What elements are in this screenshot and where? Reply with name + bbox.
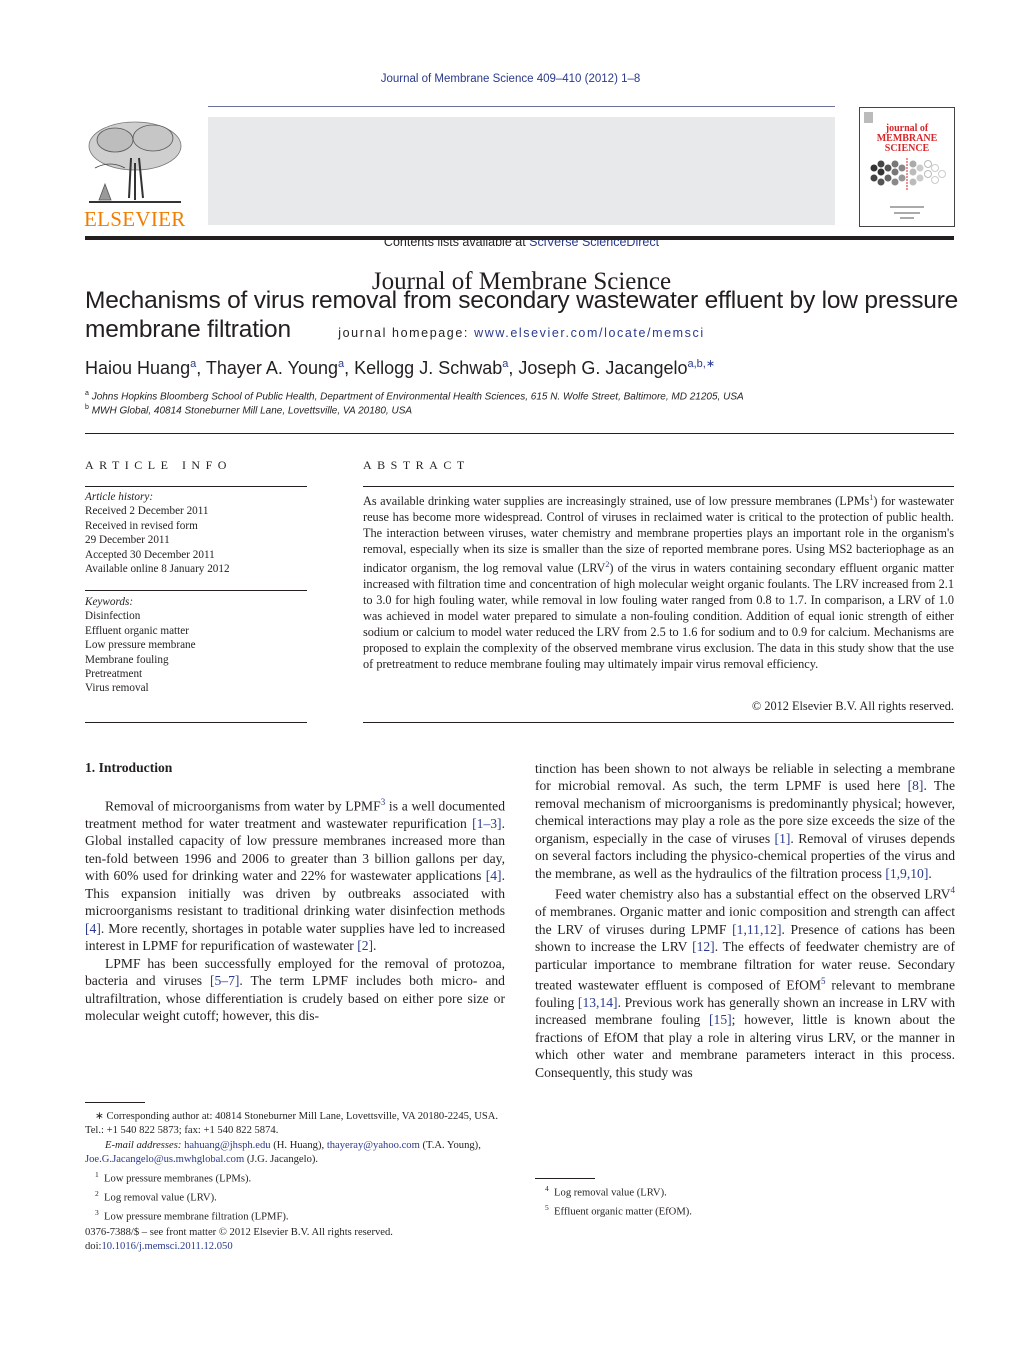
abstract-label: ABSTRACT [363,458,470,472]
body-column-right: tinction has been shown to not always be… [535,760,955,1081]
email-link[interactable]: thayeray@yahoo.com [327,1140,420,1151]
paragraph: Feed water chemistry also has a substant… [535,885,956,1080]
footnotes-right: 4 Log removal value (LRV). 5 Effluent or… [535,1182,955,1220]
affiliation-key: a [85,390,89,397]
author-list: Haiou Huanga, Thayer A. Younga, Kellogg … [85,358,716,378]
footnote: 2 Log removal value (LRV). [95,1188,217,1204]
corresponding-author-note: ∗ Corresponding author at: 40814 Stonebu… [85,1111,499,1137]
abstract-segment: ) of the virus in waters containing seco… [363,561,954,672]
affiliation-b: b MWH Global, 40814 Stoneburner Mill Lan… [85,404,412,416]
footnote-ref[interactable]: 4 [951,885,956,895]
citation-link[interactable]: [13,14] [578,995,618,1010]
divider [85,590,307,591]
keyword: Effluent organic matter [85,624,189,637]
page-footer: 0376-7388/$ – see front matter © 2012 El… [85,1226,393,1255]
affiliation-a: a Johns Hopkins Bloomberg School of Publ… [85,390,744,402]
divider [363,486,954,487]
article-history: Article history: Received 2 December 201… [85,490,307,576]
author-name[interactable]: Joseph G. Jacangelo [518,358,687,378]
citation-link[interactable]: [5–7] [210,973,239,988]
history-item: Received 2 December 2011 [85,505,209,518]
abstract-segment: As available drinking water supplies are… [363,494,870,509]
abstract-copyright: © 2012 Elsevier B.V. All rights reserved… [751,699,954,713]
keyword: Pretreatment [85,668,143,681]
citation-link[interactable]: [1,11,12] [732,922,781,937]
cover-footer-line [900,217,914,219]
footnote: 3 Low pressure membrane filtration (LPMF… [95,1207,289,1223]
journal-banner: Contents lists available at SciVerse Sci… [208,117,835,340]
abstract-text: As available drinking water supplies are… [363,490,954,672]
footnote: 5 Effluent organic matter (EfOM). [545,1202,692,1218]
footnote-rule [85,1102,145,1103]
divider [85,486,307,487]
affiliation-text: Johns Hopkins Bloomberg School of Public… [91,391,744,403]
paragraph: tinction has been shown to not always be… [535,761,955,881]
author-name[interactable]: Kellogg J. Schwab [354,358,502,378]
keyword: Low pressure membrane [85,639,196,652]
citation-link[interactable]: [1–3] [472,816,501,831]
journal-cover-thumbnail[interactable]: journal of MEMBRANE SCIENCE [859,107,955,227]
footnote: 4 Log removal value (LRV). [545,1184,667,1199]
history-item: Accepted 30 December 2011 [85,548,215,561]
keyword: Virus removal [85,682,149,695]
affiliation-marker[interactable]: a [502,358,508,370]
article-title: Mechanisms of virus removal from seconda… [85,287,959,343]
doi-line: doi:10.1016/j.memsci.2011.12.050 [85,1241,233,1253]
keywords: Keywords: Disinfection Effluent organic … [85,595,307,696]
keyword: Disinfection [85,610,141,623]
header-rule [208,106,835,107]
email-addresses: E-mail addresses: hahuang@jhsph.edu (H. … [85,1139,481,1166]
footnote-rule [535,1178,595,1179]
citation-link[interactable]: [1] [775,831,791,846]
history-item: Available online 8 January 2012 [85,563,230,576]
issn-line: 0376-7388/$ – see front matter © 2012 El… [85,1227,393,1238]
citation-link[interactable]: [2] [357,938,373,953]
elsevier-wordmark: ELSEVIER [84,207,186,231]
affiliation-marker[interactable]: a [338,358,344,370]
cover-title-line3: SCIENCE [884,143,930,154]
divider [363,722,954,723]
footnotes-left: ∗ Corresponding author at: 40814 Stonebu… [85,1110,505,1224]
email-link[interactable]: hahuang@jhsph.edu [184,1140,271,1151]
cover-footer-line [894,212,920,214]
affiliation-key: b [85,404,89,411]
keyword: Membrane fouling [85,653,169,666]
affiliation-marker[interactable]: a,b,∗ [688,358,716,370]
footnote: 1 Low pressure membranes (LPMs). [95,1169,252,1185]
section-heading-introduction: 1. Introduction [85,760,173,775]
email-link[interactable]: Joe.G.Jacangelo@us.mwhglobal.com [85,1154,244,1165]
divider [85,433,954,434]
citation-link[interactable]: [4] [486,868,502,883]
cover-footer-line [890,206,924,208]
doi-link[interactable]: 10.1016/j.memsci.2011.12.050 [101,1241,232,1252]
citation-link[interactable]: [12] [692,939,715,954]
author-name[interactable]: Thayer A. Young [206,358,338,378]
keywords-heading: Keywords: [85,596,134,608]
header-thick-rule [85,236,954,240]
citation-link[interactable]: [15] [709,1012,732,1027]
citation-link[interactable]: [8] [908,778,924,793]
tree-icon [88,121,182,203]
citation-link[interactable]: [1,9,10] [885,866,928,881]
paragraph: LPMF has been successfully employed for … [85,955,505,1023]
article-info-label: ARTICLE INFO [85,458,232,472]
citation-link[interactable]: [4] [85,921,101,936]
divider [85,722,307,723]
cover-logo-icon [864,112,873,123]
journal-citation[interactable]: Journal of Membrane Science 409–410 (201… [0,73,1021,85]
author-name[interactable]: Haiou Huang [85,358,190,378]
molecule-graphic-icon [870,158,946,190]
body-column-left: Removal of microorganisms from water by … [85,794,505,1024]
history-item: Received in revised form [85,519,198,532]
history-heading: Article history: [85,491,154,503]
paragraph: Removal of microorganisms from water by … [85,797,505,954]
affiliation-text: MWH Global, 40814 Stoneburner Mill Lane,… [91,405,413,417]
affiliation-marker[interactable]: a [190,358,196,370]
history-item: 29 December 2011 [85,534,170,547]
